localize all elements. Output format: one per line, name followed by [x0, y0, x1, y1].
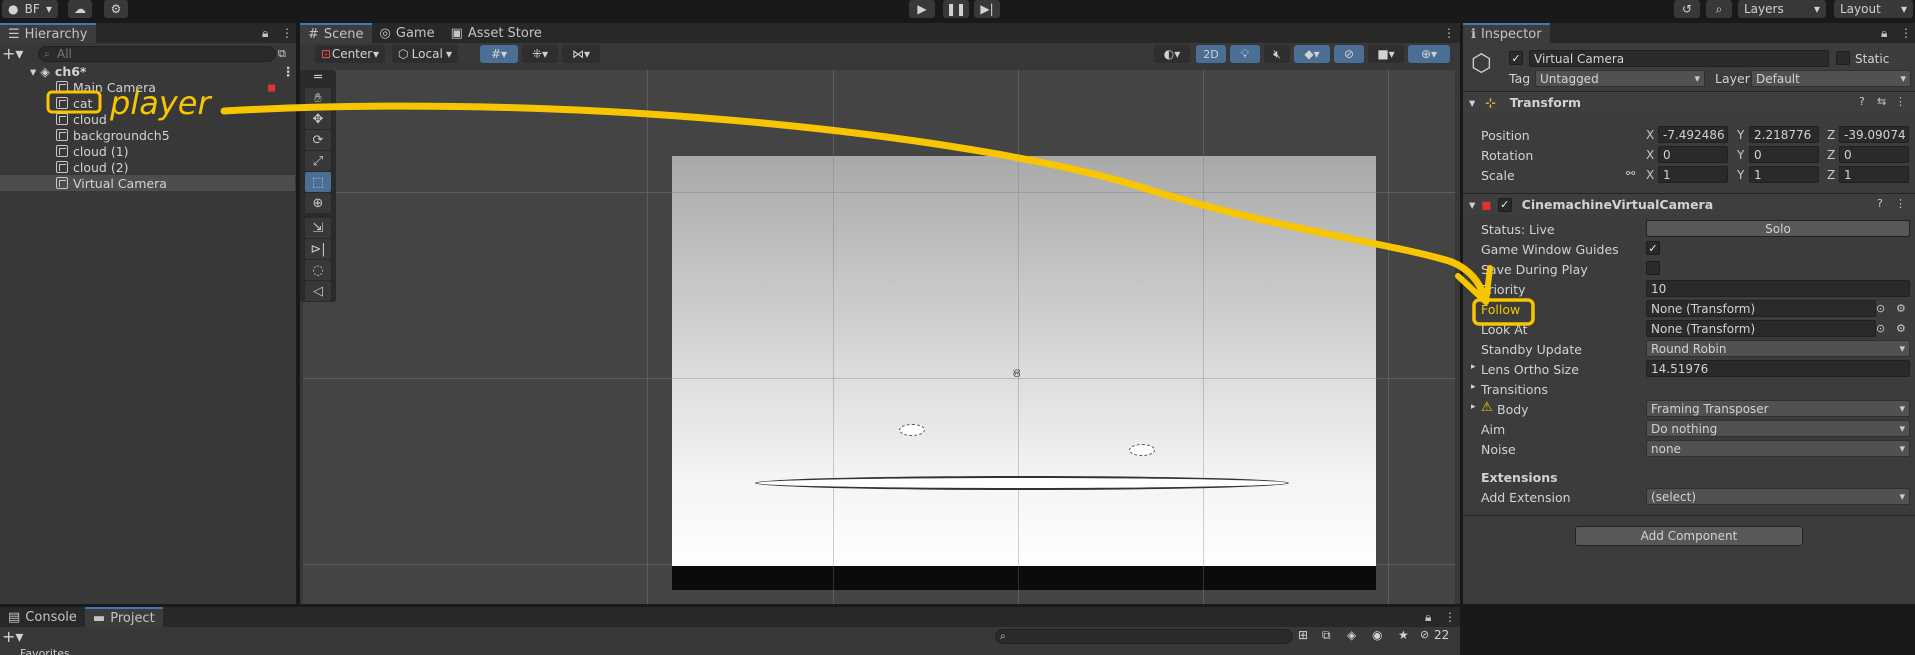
- player-annotation-label: player: [109, 84, 212, 122]
- cat-highlight-box: [46, 90, 102, 114]
- annotation-overlay: player: [46, 84, 1535, 326]
- follow-highlight-box: [1472, 298, 1535, 326]
- annotation-arrow: [220, 102, 1489, 304]
